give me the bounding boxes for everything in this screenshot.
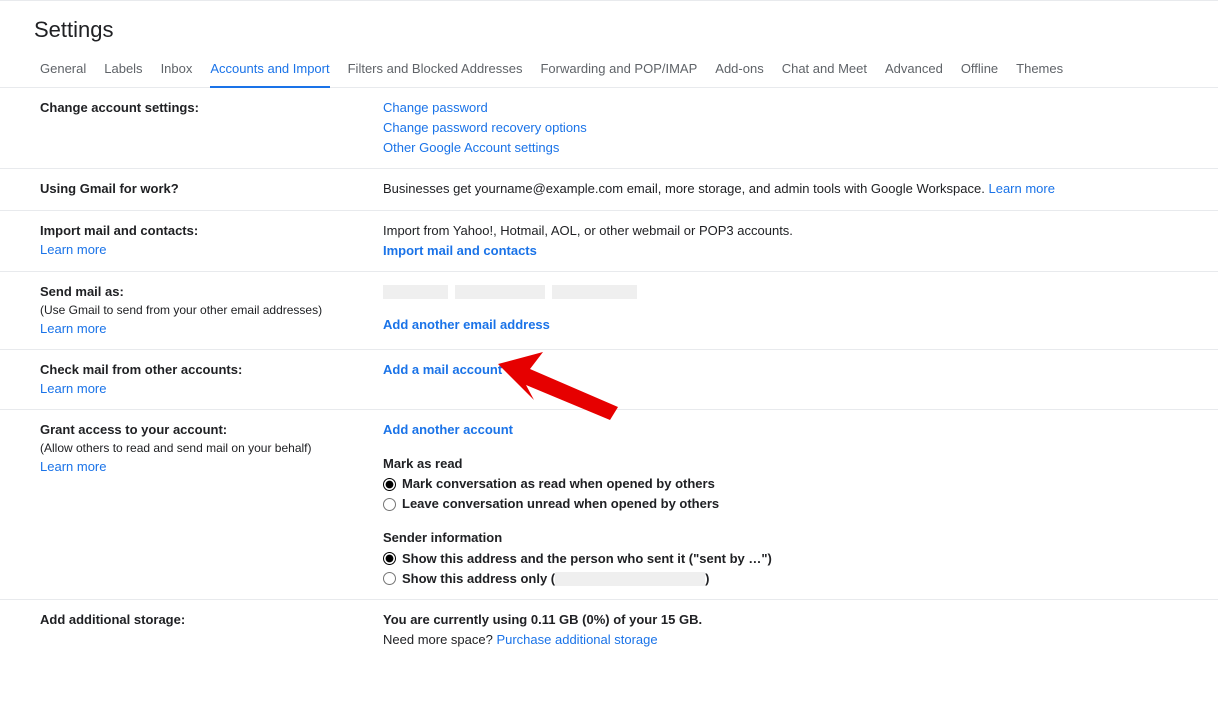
- radio-leave-unread-label[interactable]: Leave conversation unread when opened by…: [402, 494, 719, 514]
- radio-mark-read[interactable]: [383, 478, 396, 491]
- label-change-account: Change account settings:: [40, 98, 383, 118]
- tab-accounts-and-import[interactable]: Accounts and Import: [210, 61, 329, 88]
- tab-forwarding[interactable]: Forwarding and POP/IMAP: [540, 61, 697, 87]
- section-change-account: Change account settings: Change password…: [0, 88, 1218, 169]
- heading-mark-as-read: Mark as read: [383, 454, 1208, 474]
- link-purchase-storage[interactable]: Purchase additional storage: [496, 632, 657, 647]
- radio-leave-unread[interactable]: [383, 498, 396, 511]
- label-storage: Add additional storage:: [40, 610, 383, 630]
- link-add-mail-account[interactable]: Add a mail account: [383, 362, 502, 377]
- link-other-google-settings[interactable]: Other Google Account settings: [383, 140, 559, 155]
- text-storage-usage: You are currently using 0.11 GB (0%) of …: [383, 610, 1208, 630]
- link-workspace-learn-more[interactable]: Learn more: [988, 181, 1054, 196]
- redacted-email: [555, 572, 705, 586]
- text-import-mail: Import from Yahoo!, Hotmail, AOL, or oth…: [383, 221, 1208, 241]
- link-import-mail-contacts[interactable]: Import mail and contacts: [383, 243, 537, 258]
- tab-filters[interactable]: Filters and Blocked Addresses: [348, 61, 523, 87]
- link-add-another-account[interactable]: Add another account: [383, 422, 513, 437]
- heading-sender-info: Sender information: [383, 528, 1208, 548]
- label-import-mail: Import mail and contacts:: [40, 221, 383, 241]
- tab-inbox[interactable]: Inbox: [161, 61, 193, 87]
- link-import-learn-more[interactable]: Learn more: [40, 240, 106, 260]
- link-send-as-learn-more[interactable]: Learn more: [40, 319, 106, 339]
- tabs: General Labels Inbox Accounts and Import…: [0, 61, 1218, 88]
- section-storage: Add additional storage: You are currentl…: [0, 600, 1218, 660]
- tab-advanced[interactable]: Advanced: [885, 61, 943, 87]
- sublabel-grant-access: (Allow others to read and send mail on y…: [40, 439, 383, 457]
- link-add-another-email[interactable]: Add another email address: [383, 317, 550, 332]
- link-grant-access-learn-more[interactable]: Learn more: [40, 457, 106, 477]
- radio-address-only-prefix: Show this address only (: [402, 571, 555, 586]
- label-send-mail-as: Send mail as:: [40, 282, 383, 302]
- page-title: Settings: [0, 1, 1218, 61]
- radio-show-sent-by-label[interactable]: Show this address and the person who sen…: [402, 549, 772, 569]
- radio-show-sent-by[interactable]: [383, 552, 396, 565]
- radio-mark-read-label[interactable]: Mark conversation as read when opened by…: [402, 474, 715, 494]
- section-import-mail: Import mail and contacts: Learn more Imp…: [0, 211, 1218, 272]
- tab-offline[interactable]: Offline: [961, 61, 998, 87]
- send-as-email-redacted: [383, 284, 1208, 300]
- label-check-mail: Check mail from other accounts:: [40, 360, 383, 380]
- radio-address-only-suffix: ): [705, 571, 709, 586]
- link-check-mail-learn-more[interactable]: Learn more: [40, 379, 106, 399]
- tab-labels[interactable]: Labels: [104, 61, 142, 87]
- radio-show-address-only-label[interactable]: Show this address only (): [402, 569, 709, 589]
- link-change-password[interactable]: Change password: [383, 100, 488, 115]
- section-send-mail-as: Send mail as: (Use Gmail to send from yo…: [0, 272, 1218, 350]
- radio-show-address-only[interactable]: [383, 572, 396, 585]
- text-storage-more: Need more space?: [383, 632, 496, 647]
- section-check-mail: Check mail from other accounts: Learn mo…: [0, 350, 1218, 410]
- tab-themes[interactable]: Themes: [1016, 61, 1063, 87]
- link-recovery-options[interactable]: Change password recovery options: [383, 120, 587, 135]
- tab-chat-meet[interactable]: Chat and Meet: [782, 61, 867, 87]
- tab-general[interactable]: General: [40, 61, 86, 87]
- label-gmail-for-work: Using Gmail for work?: [40, 179, 383, 199]
- section-grant-access: Grant access to your account: (Allow oth…: [0, 410, 1218, 600]
- sublabel-send-mail-as: (Use Gmail to send from your other email…: [40, 301, 383, 319]
- text-gmail-for-work: Businesses get yourname@example.com emai…: [383, 181, 985, 196]
- label-grant-access: Grant access to your account:: [40, 420, 383, 440]
- section-gmail-for-work: Using Gmail for work? Businesses get you…: [0, 169, 1218, 210]
- tab-addons[interactable]: Add-ons: [715, 61, 763, 87]
